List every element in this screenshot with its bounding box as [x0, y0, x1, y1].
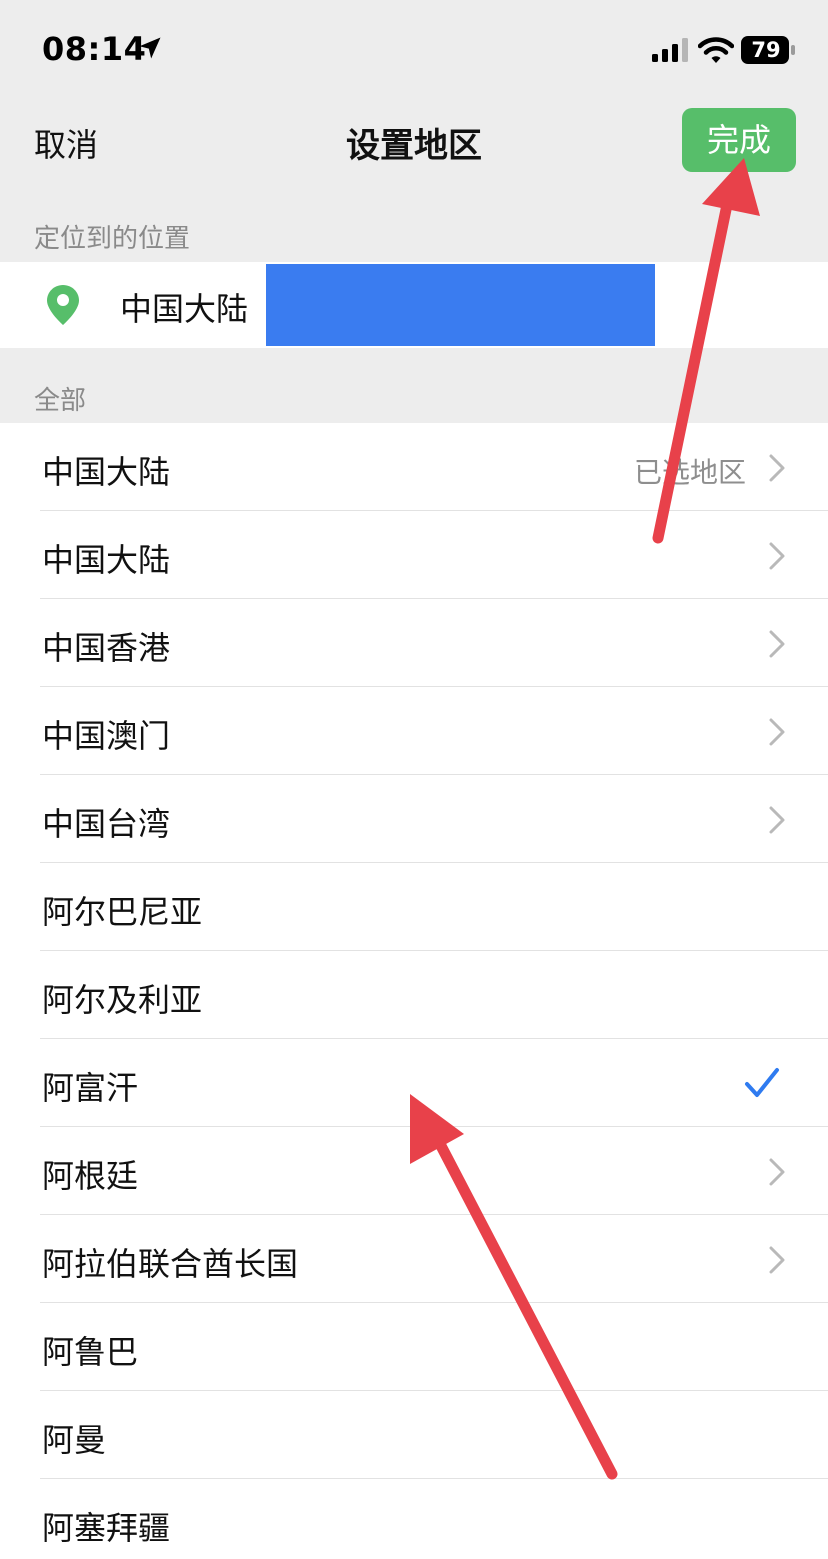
region-name: 阿根廷 [42, 1157, 139, 1195]
done-button[interactable]: 完成 [682, 108, 796, 172]
region-settings-screen: 08:14 79 取消 设置地区 完成 定位到的位置 中国大陆 全部 中国大陆 … [0, 0, 828, 1559]
status-bar: 08:14 79 [0, 0, 828, 96]
located-region-row[interactable]: 中国大陆 [0, 262, 828, 348]
region-row[interactable]: 中国香港 [0, 599, 828, 687]
battery-level: 79 [751, 38, 781, 62]
region-name: 中国台湾 [42, 805, 171, 843]
region-row[interactable]: 阿根廷 [0, 1127, 828, 1215]
region-name: 中国澳门 [42, 717, 171, 755]
region-row[interactable]: 中国大陆 [0, 511, 828, 599]
chevron-right-icon [769, 630, 785, 658]
redaction-block [266, 264, 655, 346]
region-list: 中国大陆 已选地区 中国大陆 中国香港 中国澳门 中国台湾 阿尔巴尼亚 阿尔及利亚 阿富汗 阿根廷… [0, 423, 828, 1559]
located-section-header: 定位到的位置 [34, 224, 191, 254]
region-name: 阿尔及利亚 [42, 981, 203, 1019]
cellular-signal-icon [652, 38, 688, 62]
chevron-right-icon [769, 1246, 785, 1274]
chevron-right-icon [769, 806, 785, 834]
located-region-name: 中国大陆 [120, 290, 249, 328]
region-name: 阿拉伯联合酋长国 [42, 1245, 299, 1283]
region-name: 阿鲁巴 [42, 1333, 139, 1371]
region-row[interactable]: 阿拉伯联合酋长国 [0, 1215, 828, 1303]
region-row[interactable]: 阿富汗 [0, 1039, 828, 1127]
selected-region-tag: 已选地区 [633, 456, 746, 489]
region-name: 中国大陆 [42, 453, 171, 491]
chevron-right-icon [769, 454, 785, 482]
region-name: 阿曼 [42, 1421, 107, 1459]
chevron-right-icon [769, 718, 785, 746]
chevron-right-icon [769, 1158, 785, 1186]
wifi-icon [698, 37, 734, 63]
region-row[interactable]: 阿曼 [0, 1391, 828, 1479]
checkmark-icon [745, 1068, 779, 1097]
region-row[interactable]: 阿尔巴尼亚 [0, 863, 828, 951]
location-arrow-icon [139, 37, 161, 59]
region-row[interactable]: 中国台湾 [0, 775, 828, 863]
region-name: 阿塞拜疆 [42, 1509, 171, 1547]
map-pin-icon [47, 285, 79, 325]
region-name: 阿尔巴尼亚 [42, 893, 203, 931]
region-row[interactable]: 中国大陆 已选地区 [0, 423, 828, 511]
status-time: 08:14 [42, 30, 147, 68]
region-name: 阿富汗 [42, 1069, 139, 1107]
chevron-right-icon [769, 542, 785, 570]
region-name: 中国大陆 [42, 541, 171, 579]
region-row[interactable]: 阿尔及利亚 [0, 951, 828, 1039]
region-row[interactable]: 阿鲁巴 [0, 1303, 828, 1391]
region-name: 中国香港 [42, 629, 171, 667]
region-row[interactable]: 阿塞拜疆 [0, 1479, 828, 1559]
all-section-header: 全部 [34, 386, 87, 416]
region-row[interactable]: 中国澳门 [0, 687, 828, 775]
navigation-bar: 取消 设置地区 完成 [0, 96, 828, 188]
